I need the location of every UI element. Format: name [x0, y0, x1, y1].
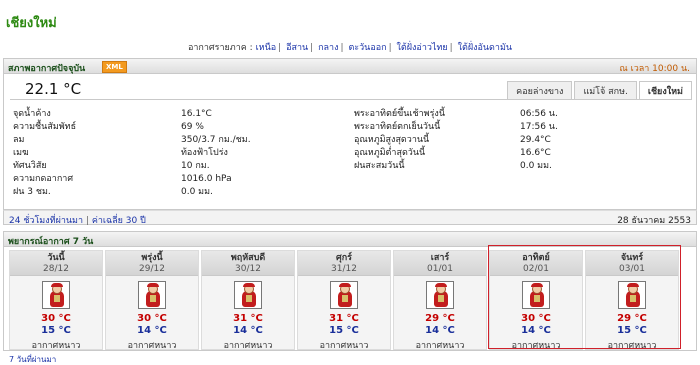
obs-value: 06:56 น. [520, 109, 558, 119]
obs-row: ความชื้นสัมพัทธ์ 69 % [13, 121, 251, 134]
weekend-highlight-box [488, 245, 681, 349]
day-date: 31/12 [331, 264, 357, 274]
obs-value: 0.0 มม. [520, 161, 552, 171]
obs-row: อุณหภูมิสูงสุดวานนี้ 29.4°C [354, 134, 558, 147]
high-temp: 30 °C [41, 313, 71, 324]
cold-weather-icon [234, 281, 262, 309]
forecast-title: พยากรณ์อากาศ 7 วัน [8, 237, 94, 247]
region-link-south-andaman[interactable]: ใต้ฝั่งอันดามัน [458, 43, 512, 53]
obs-label: ความชื้นสัมพัทธ์ [13, 122, 77, 132]
obs-value: 16.1°C [181, 109, 212, 119]
tab-station-2[interactable]: แม่โจ้ สกษ. [574, 81, 637, 99]
obs-row: ความกดอากาศ 1016.0 hPa [13, 173, 251, 186]
forecast-day: ศุกร์ 31/12 31 °C 15 °C อากาศหนาว [297, 250, 391, 351]
region-link-south-gulf[interactable]: ใต้ฝั่งอ่าวไทย [397, 43, 448, 53]
low-temp: 14 °C [137, 325, 167, 336]
past-7-days-link[interactable]: 7 วันที่ผ่านมา [9, 355, 56, 364]
obs-row: พระอาทิตย์ตกเย็นวันนี้ 17:56 น. [354, 121, 558, 134]
tab-station-chiangmai[interactable]: เชียงใหม่ [638, 81, 692, 100]
forecast-day: พรุ่งนี้ 29/12 30 °C 14 °C อากาศหนาว [105, 250, 199, 351]
low-temp: 15 °C [329, 325, 359, 336]
current-weather-header: สภาพอากาศปัจจุบัน XML ณ เวลา 10:00 น. [4, 59, 696, 74]
day-name: เสาร์ [430, 253, 450, 263]
observations-right: พระอาทิตย์ขึ้นเช้าพรุ่งนี้ 06:56 น. พระอา… [354, 108, 558, 173]
obs-row: พระอาทิตย์ขึ้นเช้าพรุ่งนี้ 06:56 น. [354, 108, 558, 121]
day-date: 28/12 [43, 264, 69, 274]
30-year-average-link[interactable]: ค่าเฉลี่ย 30 ปี [92, 216, 146, 226]
obs-value: 10 กม. [181, 161, 210, 171]
obs-label: ทัศนวิสัย [13, 161, 47, 171]
high-temp: 31 °C [329, 313, 359, 324]
obs-label: ฝนสะสมวันนี้ [354, 161, 405, 171]
low-temp: 14 °C [233, 325, 263, 336]
page-title: เชียงใหม่ [6, 16, 57, 31]
high-temp: 31 °C [233, 313, 263, 324]
low-temp: 14 °C [425, 325, 455, 336]
region-nav-prefix: อากาศรายภาค : [187, 43, 253, 53]
region-link-east[interactable]: ตะวันออก [348, 43, 386, 53]
region-link-central[interactable]: กลาง [318, 43, 338, 53]
condition: อากาศหนาว [31, 341, 81, 351]
current-weather-title: สภาพอากาศปัจจุบัน [8, 64, 86, 74]
tab-divider [10, 99, 692, 100]
day-name: ศุกร์ [336, 253, 352, 263]
obs-label: ความกดอากาศ [13, 174, 74, 184]
obs-row: ฝน 3 ชม. 0.0 มม. [13, 186, 251, 199]
obs-value: ท้องฟ้าโปร่ง [181, 148, 228, 158]
day-name: พรุ่งนี้ [141, 253, 163, 263]
obs-value: 69 % [181, 122, 204, 132]
condition: อากาศหนาว [127, 341, 177, 351]
region-nav: อากาศรายภาค : เหนือ | อีสาน | กลาง | ตะวันอ… [187, 43, 513, 53]
observation-time: ณ เวลา 10:00 น. [619, 64, 690, 74]
obs-label: เมฆ [13, 148, 29, 158]
cold-weather-icon [426, 281, 454, 309]
obs-label: อุณหภูมิต่ำสุดวันนี้ [354, 148, 426, 158]
high-temp: 29 °C [425, 313, 455, 324]
obs-label: พระอาทิตย์ตกเย็นวันนี้ [354, 122, 441, 132]
high-temp: 30 °C [137, 313, 167, 324]
condition: อากาศหนาว [223, 341, 273, 351]
obs-label: ฝน 3 ชม. [13, 187, 51, 197]
day-date: 30/12 [235, 264, 261, 274]
observations-left: จุดน้ำค้าง 16.1°C ความชื้นสัมพัทธ์ 69 % ลม… [13, 108, 251, 199]
low-temp: 15 °C [41, 325, 71, 336]
day-name: วันนี้ [47, 253, 65, 263]
tab-station-1[interactable]: คอยล่างขาง [507, 81, 573, 99]
region-link-north[interactable]: เหนือ [256, 43, 277, 53]
obs-value: 29.4°C [520, 135, 551, 145]
day-date: 29/12 [139, 264, 165, 274]
cold-weather-icon [330, 281, 358, 309]
condition: อากาศหนาว [319, 341, 369, 351]
station-tabs: คอยล่างขาง แม่โจ้ สกษ. เชียงใหม่ [505, 81, 692, 100]
obs-value: 0.0 มม. [181, 187, 213, 197]
current-weather-footer: 24 ชั่วโมงที่ผ่านมา | ค่าเฉลี่ย 30 ปี 28… [3, 210, 697, 226]
obs-label: พระอาทิตย์ขึ้นเช้าพรุ่งนี้ [354, 109, 445, 119]
cold-weather-icon [42, 281, 70, 309]
obs-row: ฝนสะสมวันนี้ 0.0 มม. [354, 160, 558, 173]
condition: อากาศหนาว [415, 341, 465, 351]
report-date: 28 ธันวาคม 2553 [617, 216, 691, 226]
day-name: พฤหัสบดี [230, 253, 266, 263]
obs-label: อุณหภูมิสูงสุดวานนี้ [354, 135, 430, 145]
forecast-day: วันนี้ 28/12 30 °C 15 °C อากาศหนาว [9, 250, 103, 351]
day-date: 01/01 [427, 264, 453, 274]
obs-label: ลม [13, 135, 25, 145]
xml-feed-badge[interactable]: XML [102, 61, 127, 73]
obs-value: 350/3.7 กม./ชม. [181, 135, 251, 145]
obs-row: เมฆ ท้องฟ้าโปร่ง [13, 147, 251, 160]
obs-row: จุดน้ำค้าง 16.1°C [13, 108, 251, 121]
obs-label: จุดน้ำค้าง [13, 109, 51, 119]
obs-value: 16.6°C [520, 148, 551, 158]
last-24h-link[interactable]: 24 ชั่วโมงที่ผ่านมา [9, 216, 83, 226]
forecast-day: เสาร์ 01/01 29 °C 14 °C อากาศหนาว [393, 250, 487, 351]
current-temperature: 22.1 °C [25, 80, 82, 98]
obs-value: 1016.0 hPa [181, 174, 232, 184]
cold-weather-icon [138, 281, 166, 309]
obs-row: อุณหภูมิต่ำสุดวันนี้ 16.6°C [354, 147, 558, 160]
obs-value: 17:56 น. [520, 122, 558, 132]
forecast-day: พฤหัสบดี 30/12 31 °C 14 °C อากาศหนาว [201, 250, 295, 351]
region-link-northeast[interactable]: อีสาน [286, 43, 308, 53]
obs-row: ลม 350/3.7 กม./ชม. [13, 134, 251, 147]
obs-row: ทัศนวิสัย 10 กม. [13, 160, 251, 173]
